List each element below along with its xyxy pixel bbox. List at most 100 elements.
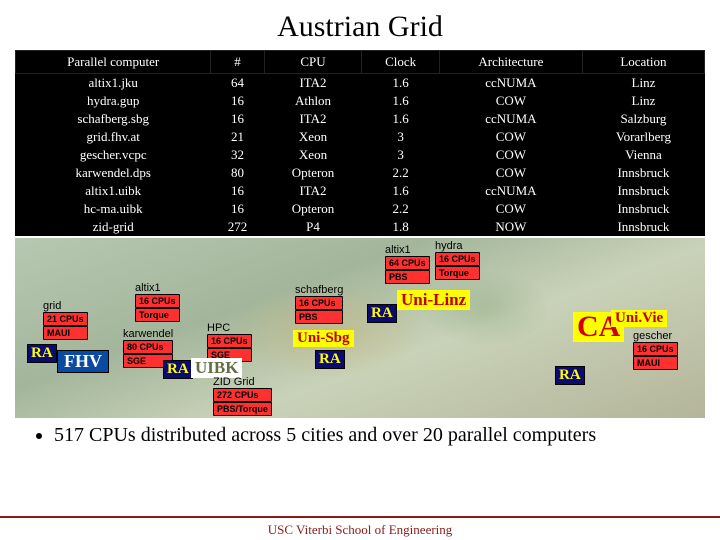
- table-row: schafberg.sbg16ITA21.6ccNUMASalzburg: [16, 110, 705, 128]
- table-cell: 3: [362, 128, 439, 146]
- table-cell: 2.2: [362, 164, 439, 182]
- table-cell: 1.6: [362, 182, 439, 200]
- table-cell: COW: [439, 146, 582, 164]
- node-label: gescher: [633, 330, 672, 342]
- table-cell: 1.6: [362, 110, 439, 128]
- summary-bullets: 517 CPUs distributed across 5 cities and…: [20, 424, 700, 447]
- table-row: hc-ma.uibk16Opteron2.2COWInnsbruck: [16, 200, 705, 218]
- table-cell: 1.6: [362, 74, 439, 93]
- node-label: hydra: [435, 240, 463, 252]
- table-cell: 16: [211, 182, 264, 200]
- table-cell: 21: [211, 128, 264, 146]
- table-cell: 16: [211, 92, 264, 110]
- table-row: hydra.gup16Athlon1.6COWLinz: [16, 92, 705, 110]
- col-count: #: [211, 51, 264, 74]
- node-gescher: gescher 16 CPUs MAUI: [633, 330, 678, 370]
- sched-pill: PBS: [295, 310, 343, 324]
- node-zid: ZID Grid 272 CPUs PBS/Torque: [213, 376, 272, 416]
- table-cell: 32: [211, 146, 264, 164]
- table-cell: NOW: [439, 218, 582, 236]
- table-cell: 272: [211, 218, 264, 236]
- cpu-pill: 16 CPUs: [633, 342, 678, 356]
- cpu-pill: 16 CPUs: [295, 296, 343, 310]
- ra-badge: RA: [27, 344, 57, 363]
- table-cell: Vienna: [582, 146, 704, 164]
- bullet-item: 517 CPUs distributed across 5 cities and…: [54, 424, 700, 447]
- table-header-row: Parallel computer # CPU Clock Architectu…: [16, 51, 705, 74]
- table-cell: 80: [211, 164, 264, 182]
- cpu-pill: 21 CPUs: [43, 312, 88, 326]
- sched-pill: MAUI: [43, 326, 88, 340]
- table-cell: COW: [439, 92, 582, 110]
- table-cell: ITA2: [264, 182, 362, 200]
- table-cell: karwendel.dps: [16, 164, 211, 182]
- fhv-label: FHV: [57, 350, 109, 373]
- node-label: schafberg: [295, 284, 343, 296]
- table-cell: 64: [211, 74, 264, 93]
- col-computer: Parallel computer: [16, 51, 211, 74]
- ra-badge: RA: [163, 360, 193, 379]
- table-row: grid.fhv.at21Xeon3COWVorarlberg: [16, 128, 705, 146]
- table-cell: hc-ma.uibk: [16, 200, 211, 218]
- table-cell: Opteron: [264, 164, 362, 182]
- node-label: altix1: [385, 244, 411, 256]
- table-cell: Opteron: [264, 200, 362, 218]
- node-label: karwendel: [123, 328, 173, 340]
- table-row: gescher.vcpc32Xeon3COWVienna: [16, 146, 705, 164]
- austria-map: grid 21 CPUs MAUI RA FHV altix1 16 CPUs …: [15, 238, 705, 418]
- table-cell: Xeon: [264, 146, 362, 164]
- sched-pill: MAUI: [633, 356, 678, 370]
- cpu-pill: 80 CPUs: [123, 340, 173, 354]
- node-hydra: hydra 16 CPUs Torque: [435, 240, 480, 280]
- table-cell: Salzburg: [582, 110, 704, 128]
- cpu-pill: 272 CPUs: [213, 388, 272, 402]
- ra-badge: RA: [367, 304, 397, 323]
- table-cell: COW: [439, 200, 582, 218]
- node-label: altix1: [135, 282, 161, 294]
- node-label: grid: [43, 300, 61, 312]
- ra-badge: RA: [315, 350, 345, 369]
- table-cell: zid-grid: [16, 218, 211, 236]
- cpu-pill: 64 CPUs: [385, 256, 430, 270]
- table-cell: Innsbruck: [582, 218, 704, 236]
- node-label: ZID Grid: [213, 376, 255, 388]
- table-cell: 2.2: [362, 200, 439, 218]
- table-cell: ccNUMA: [439, 74, 582, 93]
- uni-linz-label: Uni-Linz: [397, 290, 470, 310]
- cpu-pill: 16 CPUs: [435, 252, 480, 266]
- node-grid: grid 21 CPUs MAUI: [43, 300, 88, 340]
- uibk-label: UIBK: [191, 358, 242, 378]
- table-row: karwendel.dps80Opteron2.2COWInnsbruck: [16, 164, 705, 182]
- table-cell: Xeon: [264, 128, 362, 146]
- table-cell: Vorarlberg: [582, 128, 704, 146]
- table-cell: Linz: [582, 74, 704, 93]
- node-schafberg: schafberg 16 CPUs PBS: [295, 284, 343, 324]
- table-cell: altix1.uibk: [16, 182, 211, 200]
- table-cell: ccNUMA: [439, 182, 582, 200]
- sched-pill: Torque: [435, 266, 480, 280]
- sched-pill: PBS: [385, 270, 430, 284]
- node-label: HPC: [207, 322, 230, 334]
- ra-badge: RA: [555, 366, 585, 385]
- table-cell: 3: [362, 146, 439, 164]
- table-cell: 1.8: [362, 218, 439, 236]
- col-cpu: CPU: [264, 51, 362, 74]
- footer-rule: [0, 516, 720, 518]
- table-body: altix1.jku64ITA21.6ccNUMALinzhydra.gup16…: [16, 74, 705, 237]
- table-cell: ccNUMA: [439, 110, 582, 128]
- table-cell: Innsbruck: [582, 200, 704, 218]
- table-cell: Innsbruck: [582, 164, 704, 182]
- table-cell: 1.6: [362, 92, 439, 110]
- uni-sbg-label: Uni-Sbg: [293, 330, 354, 347]
- table-cell: COW: [439, 164, 582, 182]
- table-row: altix1.jku64ITA21.6ccNUMALinz: [16, 74, 705, 93]
- table-row: zid-grid272P41.8NOWInnsbruck: [16, 218, 705, 236]
- table-row: altix1.uibk16ITA21.6ccNUMAInnsbruck: [16, 182, 705, 200]
- col-loc: Location: [582, 51, 704, 74]
- col-arch: Architecture: [439, 51, 582, 74]
- table-cell: ITA2: [264, 110, 362, 128]
- table-cell: P4: [264, 218, 362, 236]
- table-cell: grid.fhv.at: [16, 128, 211, 146]
- cpu-pill: 16 CPUs: [135, 294, 180, 308]
- cpu-pill: 16 CPUs: [207, 334, 252, 348]
